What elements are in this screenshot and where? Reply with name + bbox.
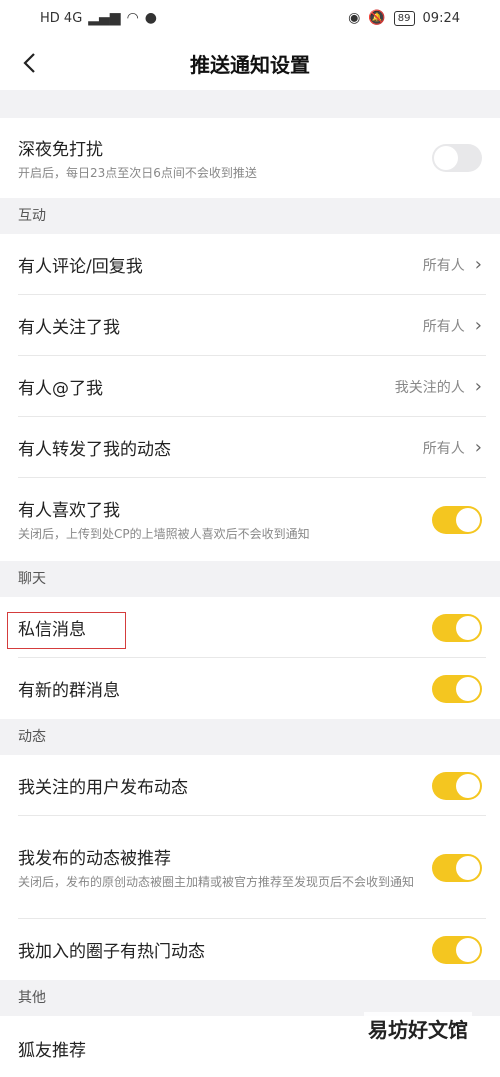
comment-reply-title: 有人评论/回复我	[18, 257, 143, 277]
recommended-desc: 关闭后，发布的原创动态被圈主加精或被官方推荐至发现页后不会收到通知	[18, 875, 415, 889]
direct-message-toggle[interactable]	[432, 613, 482, 642]
back-button[interactable]	[14, 48, 44, 78]
following-posts-title: 我关注的用户发布动态	[18, 778, 188, 798]
circle-hot-toggle[interactable]	[432, 935, 482, 964]
section-header-other: 其他	[0, 980, 500, 1016]
group-message-title: 有新的群消息	[18, 681, 120, 701]
follow-title: 有人关注了我	[18, 318, 120, 338]
watermark: 易坊好文馆	[364, 1012, 472, 1045]
signal-icon: ▂▄▆	[88, 10, 121, 26]
highlight-box	[7, 612, 126, 649]
section-header-interaction: 互动	[0, 198, 500, 234]
row-group-message: 有新的群消息	[0, 658, 500, 719]
recommended-toggle[interactable]	[432, 853, 482, 882]
like-toggle[interactable]	[432, 505, 482, 534]
row-follow[interactable]: 有人关注了我 所有人 ›	[0, 295, 500, 356]
chevron-right-icon: ›	[474, 254, 482, 275]
page-title: 推送通知设置	[190, 52, 310, 77]
recommended-title: 我发布的动态被推荐	[18, 849, 171, 869]
group-message-toggle[interactable]	[432, 674, 482, 703]
chevron-right-icon: ›	[474, 437, 482, 458]
night-mode-title: 深夜免打扰	[18, 139, 103, 160]
wifi-icon: ◠	[126, 10, 139, 26]
clock: 09:24	[422, 10, 460, 26]
comment-reply-value: 所有人	[422, 257, 465, 274]
eye-icon: ◉	[348, 10, 361, 26]
battery-indicator: 89	[393, 10, 415, 26]
wechat-icon: ●	[144, 10, 158, 26]
night-mode-desc: 开启后，每日23点至次日6点间不会收到推送	[18, 165, 257, 180]
row-comment-reply[interactable]: 有人评论/回复我 所有人 ›	[0, 234, 500, 295]
row-repost[interactable]: 有人转发了我的动态 所有人 ›	[0, 417, 500, 478]
follow-value: 所有人	[422, 318, 465, 335]
like-title: 有人喜欢了我	[18, 501, 120, 521]
chevron-left-icon	[23, 53, 35, 73]
status-bar: HD 4G ▂▄▆ ◠ ● ◉ 🔕 89 09:24	[0, 0, 500, 36]
chevron-right-icon: ›	[474, 376, 482, 397]
mute-icon: 🔕	[368, 10, 386, 26]
row-night-mode: 深夜免打扰 开启后，每日23点至次日6点间不会收到推送	[0, 118, 500, 198]
mention-title: 有人@了我	[18, 379, 103, 399]
row-following-posts: 我关注的用户发布动态	[0, 755, 500, 816]
network-indicator: HD 4G	[40, 10, 83, 26]
mention-value: 我关注的人	[394, 379, 465, 396]
night-mode-toggle[interactable]	[432, 144, 482, 172]
section-header-moments: 动态	[0, 719, 500, 755]
row-mention[interactable]: 有人@了我 我关注的人 ›	[0, 356, 500, 417]
nav-bar: 推送通知设置	[0, 36, 500, 90]
following-posts-toggle[interactable]	[432, 771, 482, 800]
repost-title: 有人转发了我的动态	[18, 440, 171, 460]
like-desc: 关闭后，上传到处CP的上墙照被人喜欢后不会收到通知	[18, 527, 310, 541]
row-like: 有人喜欢了我 关闭后，上传到处CP的上墙照被人喜欢后不会收到通知	[0, 478, 500, 561]
chevron-right-icon: ›	[474, 315, 482, 336]
repost-value: 所有人	[422, 440, 465, 457]
row-recommended: 我发布的动态被推荐 关闭后，发布的原创动态被圈主加精或被官方推荐至发现页后不会收…	[0, 816, 500, 919]
circle-hot-title: 我加入的圈子有热门动态	[18, 942, 205, 962]
row-circle-hot: 我加入的圈子有热门动态	[0, 919, 500, 980]
spacer	[0, 90, 500, 118]
section-header-chat: 聊天	[0, 561, 500, 597]
